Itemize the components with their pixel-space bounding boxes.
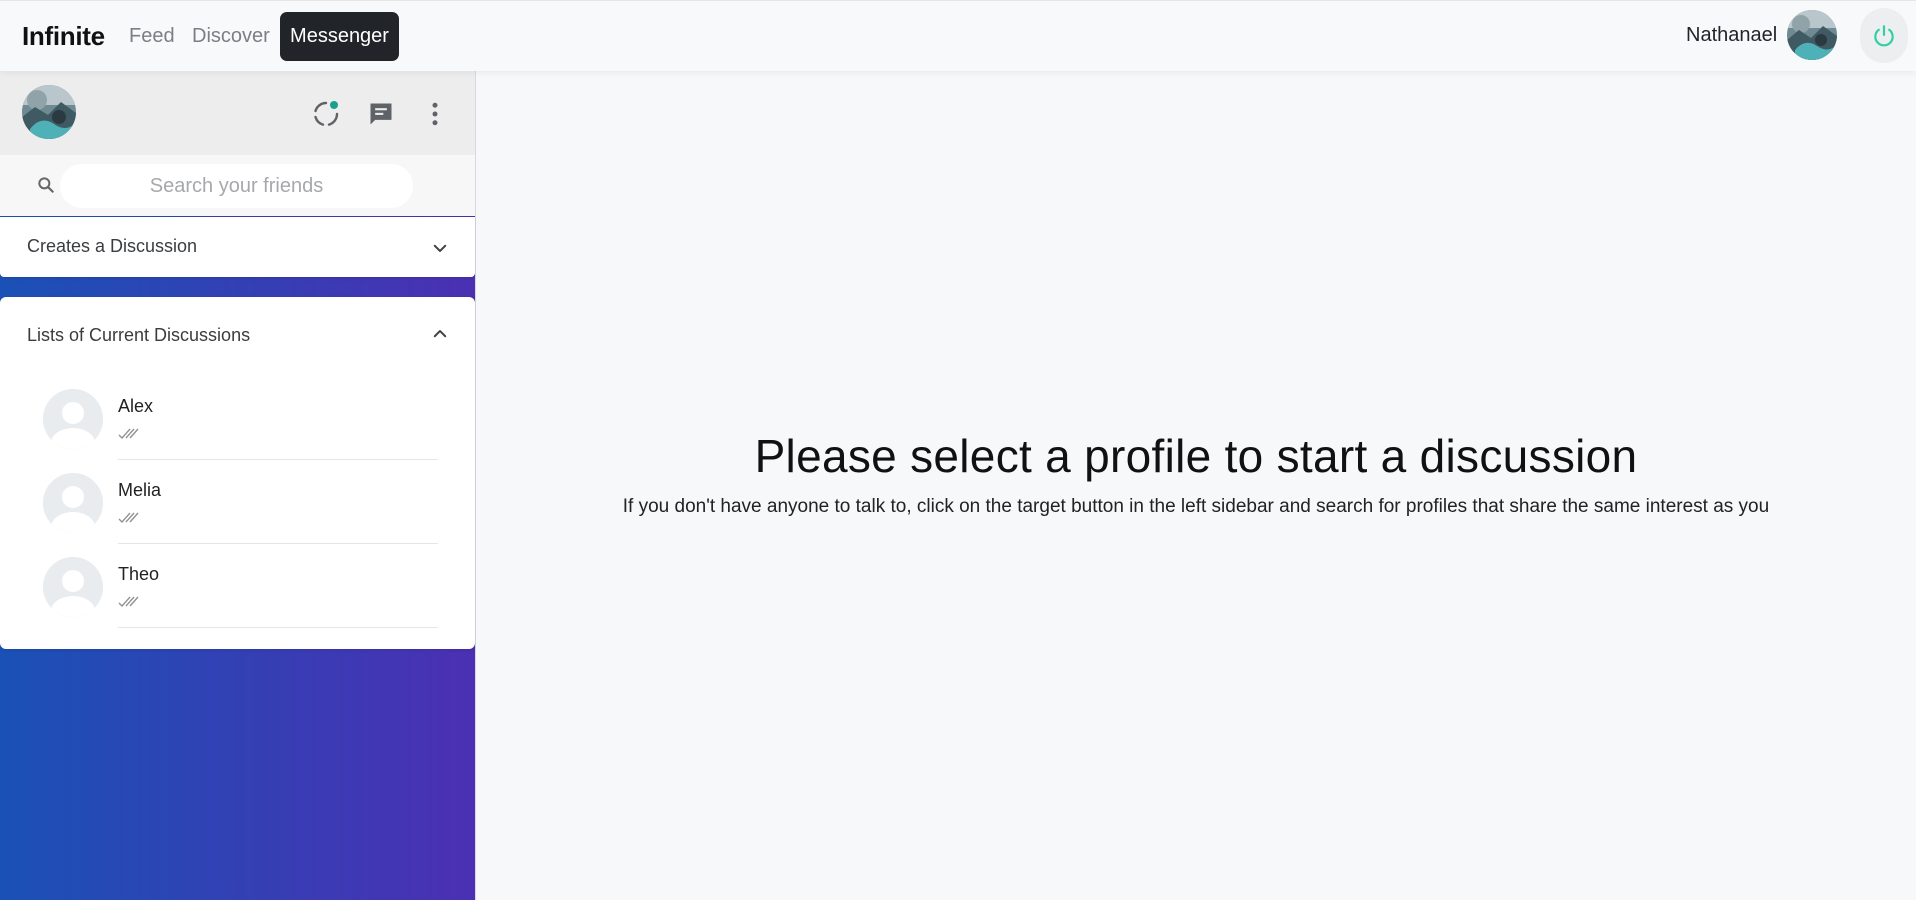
logout-button[interactable]	[1860, 8, 1908, 63]
more-vert-icon	[432, 102, 438, 126]
create-discussion-title[interactable]: Creates a Discussion	[27, 236, 197, 257]
contact-avatar	[43, 557, 103, 617]
expand-create-button[interactable]	[429, 237, 451, 259]
chevron-down-icon	[433, 244, 447, 252]
empty-state-title: Please select a profile to start a discu…	[754, 430, 1638, 482]
username-label[interactable]: Nathanael	[1686, 24, 1777, 47]
main-content: Please select a profile to start a discu…	[476, 71, 1916, 900]
friends-search-input[interactable]	[60, 164, 413, 208]
sidebar-avatar[interactable]	[22, 85, 76, 139]
new-chat-button[interactable]	[366, 99, 396, 129]
divider	[118, 459, 438, 460]
nav-link-feed[interactable]: Feed	[129, 25, 175, 48]
power-icon	[1874, 24, 1894, 46]
user-photo-icon	[22, 85, 76, 139]
contact-name: Melia	[118, 480, 162, 500]
default-avatar-icon	[43, 473, 103, 533]
contact-avatar	[43, 389, 103, 449]
contact-name: Alex	[118, 396, 154, 416]
create-discussion-panel[interactable]: Creates a Discussion	[0, 217, 475, 277]
divider	[118, 627, 438, 628]
search-icon	[38, 177, 54, 193]
sidebar-search	[0, 155, 475, 216]
nav-link-discover[interactable]: Discover	[192, 25, 270, 48]
empty-state-subtitle: If you don't have anyone to talk to, cli…	[622, 496, 1770, 517]
user-avatar[interactable]	[1787, 10, 1837, 60]
default-avatar-icon	[43, 557, 103, 617]
current-discussions-title[interactable]: Lists of Current Discussions	[27, 325, 250, 346]
brand-logo[interactable]: Infinite	[22, 21, 105, 52]
double-check-icon	[118, 428, 139, 440]
sidebar-header	[0, 71, 475, 155]
discussion-item-theo[interactable]: Theo	[0, 557, 475, 641]
new-chat-icon	[370, 103, 392, 125]
double-check-icon	[118, 512, 139, 524]
left-sidebar: Creates a Discussion Lists of Current Di…	[0, 71, 476, 900]
chevron-up-icon	[433, 330, 447, 338]
contact-avatar	[43, 473, 103, 533]
default-avatar-icon	[43, 389, 103, 449]
collapse-discussions-button[interactable]	[429, 323, 451, 345]
more-options-button[interactable]	[420, 99, 450, 129]
contact-name: Theo	[118, 564, 160, 584]
discussion-item-alex[interactable]: Alex	[0, 389, 475, 473]
top-navbar: Infinite Feed Discover Messenger Nathana…	[0, 0, 1916, 71]
divider	[118, 543, 438, 544]
user-photo-icon	[1787, 10, 1837, 60]
nav-link-messenger[interactable]: Messenger	[280, 12, 399, 61]
status-button[interactable]	[311, 99, 341, 129]
current-discussions-panel: Lists of Current Discussions Alex Melia …	[0, 297, 475, 649]
discussion-item-melia[interactable]: Melia	[0, 473, 475, 557]
double-check-icon	[118, 596, 139, 608]
status-icon	[314, 101, 339, 126]
